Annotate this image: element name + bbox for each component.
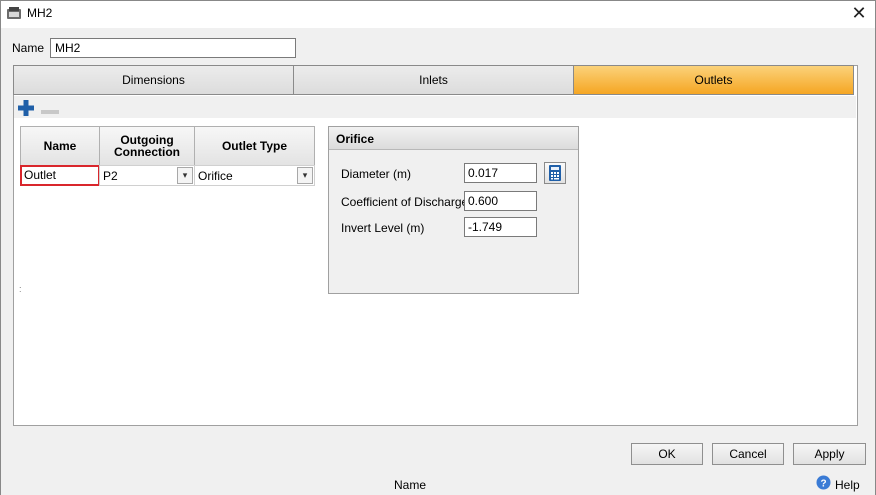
outlet-type-dropdown[interactable]: Orifice ▾ (194, 165, 315, 186)
window-title: MH2 (27, 6, 53, 20)
help-icon[interactable]: ? (816, 475, 831, 490)
invert-level-label: Invert Level (m) (341, 221, 425, 235)
invert-level-input[interactable] (464, 217, 537, 237)
outlet-name-cell[interactable]: Outlet (20, 165, 100, 186)
plus-icon[interactable] (17, 99, 35, 117)
name-label: Name (12, 41, 45, 55)
chevron-down-icon[interactable]: ▾ (297, 167, 313, 184)
apply-button[interactable]: Apply (793, 443, 866, 465)
tab-outlets[interactable]: Outlets (573, 65, 854, 95)
diameter-label: Diameter (m) (341, 167, 412, 181)
column-header-name[interactable]: Name (20, 126, 100, 166)
column-header-outlet-type[interactable]: Outlet Type (194, 126, 315, 166)
orifice-panel-header: Orifice (329, 127, 578, 150)
column-header-outgoing-connection[interactable]: Outgoing Connection (99, 126, 195, 166)
cancel-button[interactable]: Cancel (712, 443, 784, 465)
chevron-down-icon[interactable]: ▾ (177, 167, 193, 184)
minus-icon[interactable] (41, 104, 59, 114)
orifice-panel (328, 126, 579, 294)
tab-dimensions[interactable]: Dimensions (13, 65, 294, 95)
status-field-name: Name (394, 478, 427, 492)
outgoing-connection-value: P2 (103, 169, 118, 183)
help-link[interactable]: Help (835, 478, 860, 492)
diameter-input[interactable] (464, 163, 537, 183)
outlet-type-value: Orifice (198, 169, 233, 183)
calculator-icon[interactable] (544, 162, 566, 184)
splitter-handle[interactable]: : (19, 284, 22, 294)
outlet-toolbar (14, 96, 856, 118)
title-bar (0, 0, 876, 28)
close-icon[interactable]: ✕ (846, 2, 872, 24)
ok-button[interactable]: OK (631, 443, 703, 465)
svg-text:?: ? (820, 479, 826, 490)
name-input[interactable] (50, 38, 296, 58)
manhole-app-icon (6, 6, 22, 20)
tab-inlets[interactable]: Inlets (293, 65, 574, 95)
outgoing-connection-dropdown[interactable]: P2 ▾ (99, 165, 195, 186)
coefficient-of-discharge-input[interactable] (464, 191, 537, 211)
coefficient-of-discharge-label: Coefficient of Discharge (341, 195, 469, 209)
